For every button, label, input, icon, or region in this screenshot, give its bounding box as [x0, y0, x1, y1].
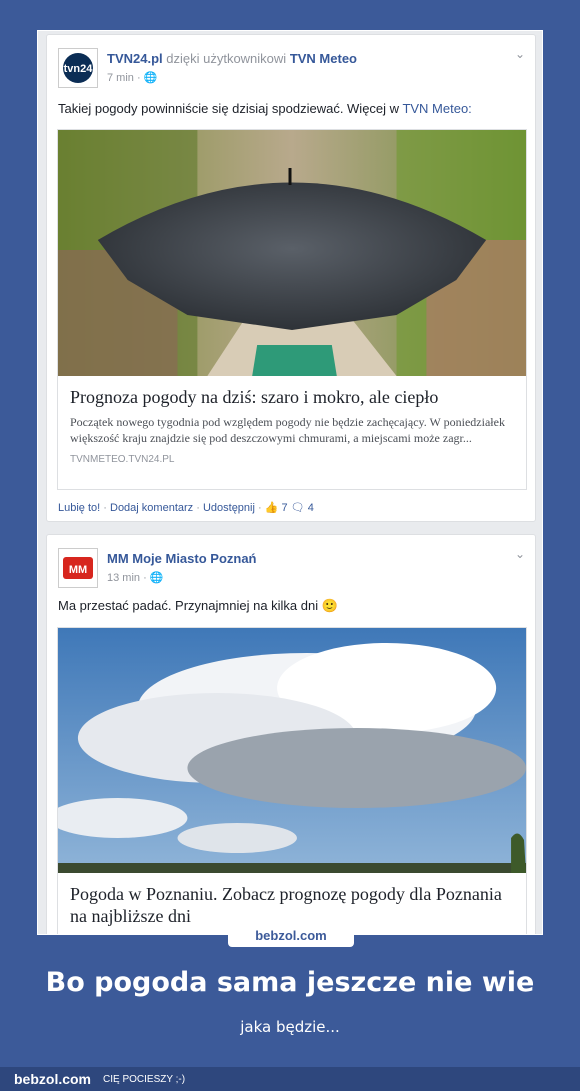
umbrella-photo: [58, 130, 526, 376]
headline: Bo pogoda sama jeszcze nie wie: [45, 967, 535, 998]
footer-bar: bebzol.com CIĘ POCIESZY ;-): [0, 1067, 580, 1091]
link-preview-card[interactable]: Prognoza pogody na dziś: szaro i mokro, …: [57, 129, 527, 490]
feed-post: tvn24 TVN24.pl dzięki użytkownikowi TVN …: [46, 34, 536, 522]
card-title[interactable]: Prognoza pogody na dziś: szaro i mokro, …: [70, 386, 514, 408]
post-header: MM Moje Miasto Poznań: [107, 551, 257, 566]
post-actions: Lubię to! · Dodaj komentarz · Udostępnij…: [58, 502, 314, 514]
clouds-photo: [58, 628, 526, 873]
comment-count[interactable]: 4: [308, 502, 314, 514]
avatar[interactable]: tvn24: [58, 48, 98, 88]
card-source: TVNMETEO.TVN24.PL: [70, 454, 175, 465]
post-header: TVN24.pl dzięki użytkownikowi TVN Meteo: [107, 51, 357, 66]
like-link[interactable]: Lubię to!: [58, 502, 100, 514]
svg-text:tvn24: tvn24: [64, 63, 94, 75]
timestamp[interactable]: 13 min: [107, 572, 140, 584]
page-name[interactable]: TVN Meteo: [290, 51, 357, 66]
post-text-link[interactable]: TVN Meteo:: [402, 101, 471, 116]
avatar[interactable]: MM: [58, 548, 98, 588]
post-meta: 7 min · 🌐: [107, 72, 158, 84]
author-name[interactable]: MM Moje Miasto Poznań: [107, 551, 257, 566]
globe-icon: 🌐: [143, 72, 158, 84]
post-meta: 13 min · 🌐: [107, 572, 164, 584]
link-preview-card[interactable]: Pogoda w Poznaniu. Zobacz prognozę pogod…: [57, 627, 527, 934]
thumbs-up-icon: 👍: [264, 502, 279, 514]
subline: jaka będzie...: [240, 1018, 340, 1036]
card-description: Początek nowego tygodnia pod względem po…: [70, 415, 505, 445]
globe-icon: 🌐: [149, 572, 164, 584]
author-name[interactable]: TVN24.pl: [107, 51, 163, 66]
screenshot-frame: tvn24 TVN24.pl dzięki użytkownikowi TVN …: [37, 30, 543, 935]
post-text: Ma przestać padać. Przynajmniej na kilka…: [58, 598, 338, 614]
smiley-icon: 🙂: [321, 598, 338, 613]
post-text: Takiej pogody powinniście się dzisiaj sp…: [58, 101, 472, 116]
feed-post: MM MM Moje Miasto Poznań 13 min · 🌐 ⌄ Ma…: [46, 534, 536, 934]
comment-link[interactable]: Dodaj komentarz: [110, 502, 193, 514]
chevron-down-icon[interactable]: ⌄: [515, 47, 525, 61]
footer-tagline: CIĘ POCIESZY ;-): [103, 1074, 186, 1085]
footer-brand[interactable]: bebzol.com: [14, 1071, 91, 1087]
site-badge[interactable]: bebzol.com: [228, 925, 354, 947]
post-text-body: Ma przestać padać. Przynajmniej na kilka…: [58, 598, 319, 613]
like-count[interactable]: 7: [282, 502, 288, 514]
post-text-body: Takiej pogody powinniście się dzisiaj sp…: [58, 101, 400, 116]
share-link[interactable]: Udostępnij: [203, 502, 255, 514]
via-text: dzięki użytkownikowi: [166, 51, 287, 66]
svg-text:MM: MM: [69, 564, 87, 576]
card-title[interactable]: Pogoda w Poznaniu. Zobacz prognozę pogod…: [70, 883, 514, 927]
comment-icon: 🗨: [290, 502, 305, 514]
timestamp[interactable]: 7 min: [107, 72, 134, 84]
chevron-down-icon[interactable]: ⌄: [515, 547, 525, 561]
